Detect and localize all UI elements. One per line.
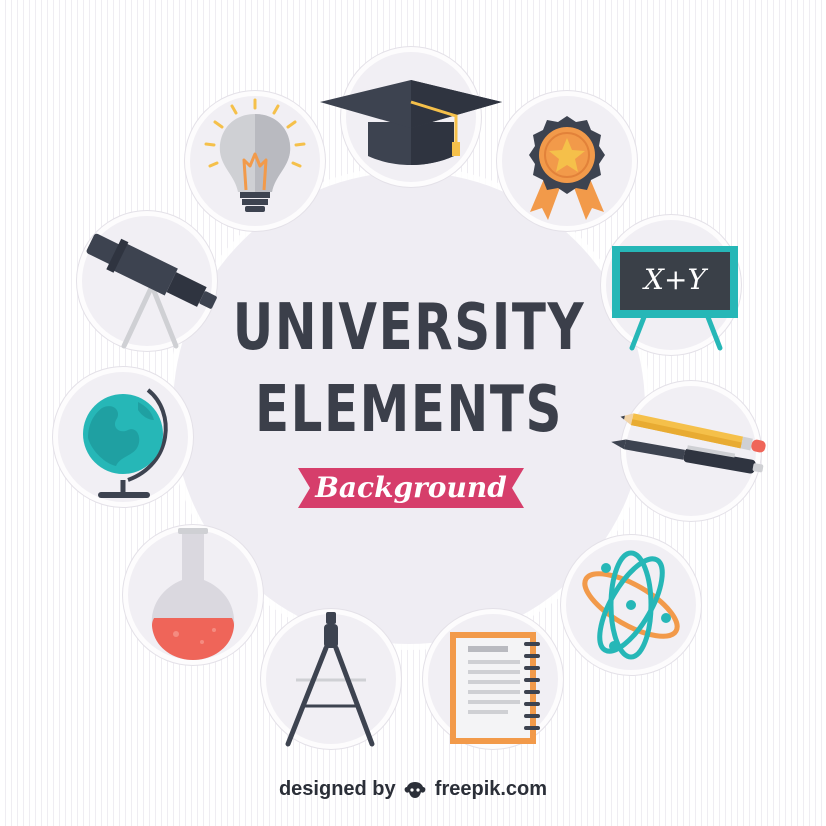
globe-slot: [58, 372, 188, 502]
title-line-2: ELEMENTS: [254, 373, 564, 447]
university-elements-illustration: X+Y UNIVERSITY ELEMENTS Background desig…: [0, 0, 826, 826]
chalkboard-slot: X+Y: [606, 220, 738, 351]
credit-prefix: designed by: [278, 778, 396, 800]
credit-brand[interactable]: freepik.com: [435, 778, 547, 800]
atom-icon: [582, 550, 680, 660]
flask-icon: [151, 528, 235, 660]
atom-slot: [566, 540, 696, 670]
freepik-logo-icon: [404, 781, 426, 798]
graduation-cap-icon: [320, 80, 502, 165]
award-badge-icon: [529, 116, 605, 220]
title-line-1: UNIVERSITY: [232, 291, 586, 365]
light-bulb-icon: [204, 98, 306, 212]
notebook-slot: [428, 614, 558, 744]
flask-slot: [128, 528, 258, 660]
telescope-icon: [86, 233, 217, 349]
pencil-pen-slot: [611, 386, 766, 516]
light-bulb-slot: [190, 96, 320, 226]
compass-icon: [285, 612, 375, 747]
compass-slot: [266, 612, 396, 747]
graduation-cap-slot: [320, 52, 502, 182]
award-badge-slot: [502, 96, 632, 226]
telescope-slot: [82, 216, 217, 349]
pencil-pen-icon: [611, 413, 766, 474]
globe-icon: [83, 388, 168, 498]
notebook-icon: [450, 632, 540, 744]
ribbon-label: Background: [315, 471, 507, 504]
chalkboard-formula: X+Y: [644, 263, 706, 296]
credit-line: designed by freepik.com: [0, 776, 826, 802]
